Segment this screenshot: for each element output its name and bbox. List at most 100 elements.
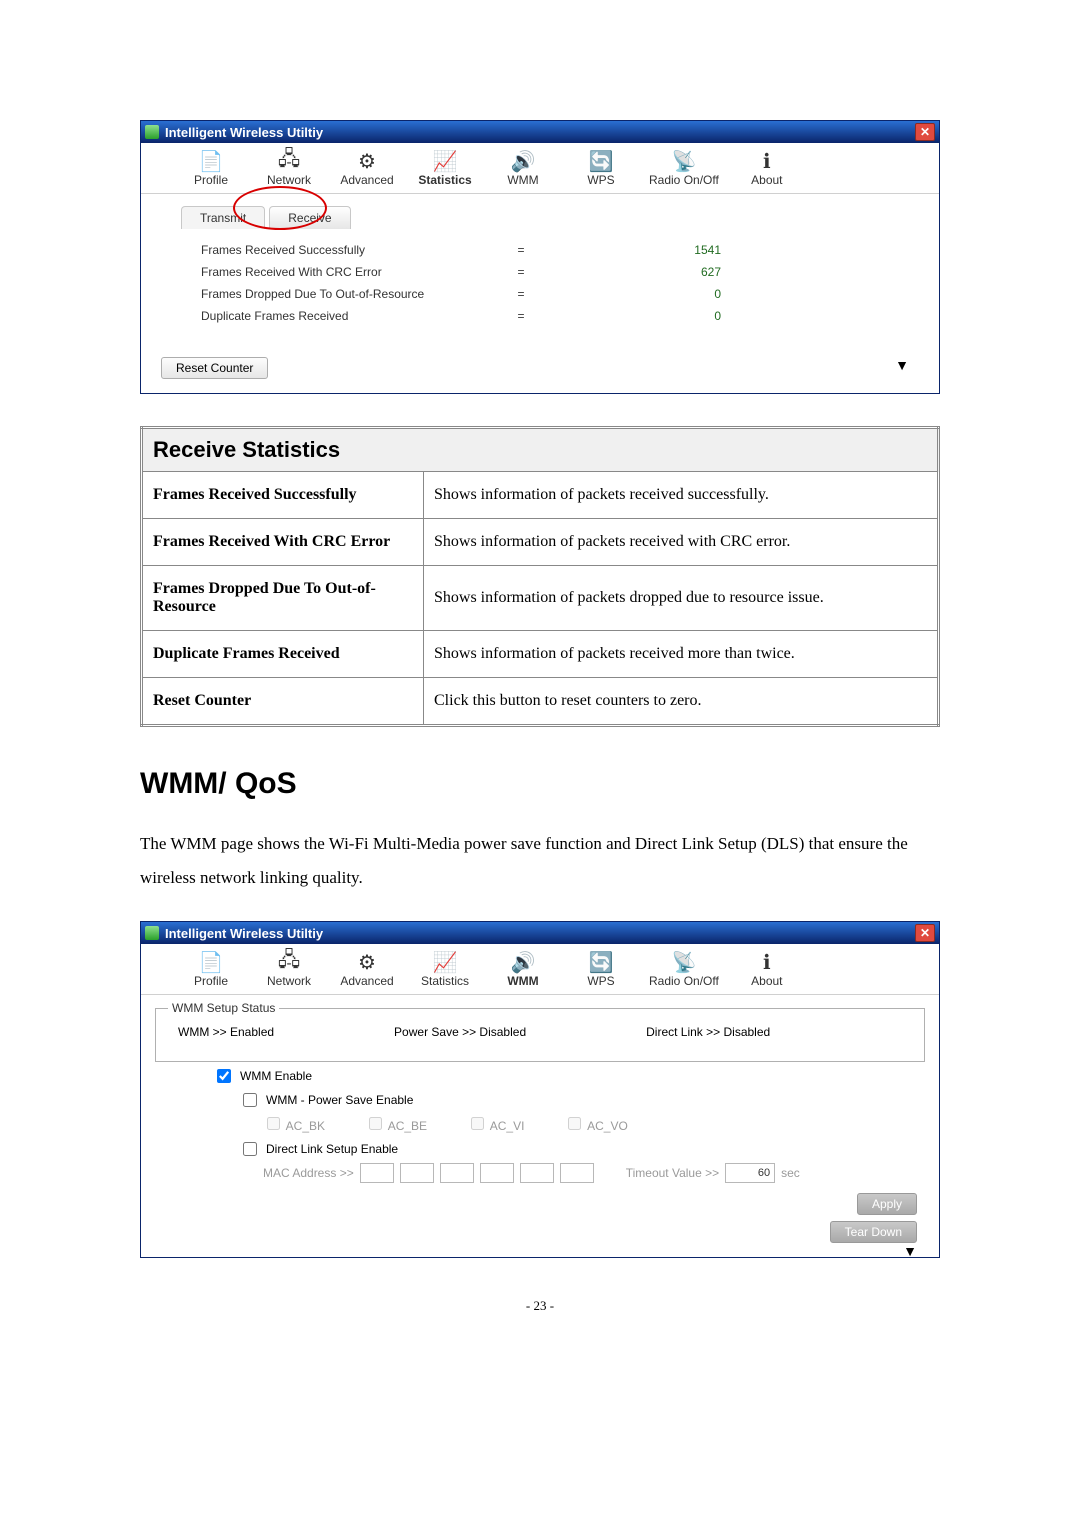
- subtab-transmit[interactable]: Transmit: [181, 206, 265, 229]
- wmm-enable-label: WMM Enable: [240, 1069, 312, 1083]
- tab-wmm[interactable]: 🔊WMM: [493, 149, 553, 187]
- ac-be: AC_BE: [365, 1114, 427, 1133]
- tab-radio[interactable]: 📡Radio On/Off: [649, 149, 719, 187]
- table-row: Duplicate Frames ReceivedShows informati…: [142, 631, 939, 678]
- gear-icon: ⚙: [355, 149, 379, 173]
- ac-row: AC_BK AC_BE AC_VI AC_VO: [263, 1114, 927, 1133]
- status-wmm: WMM >> Enabled: [178, 1025, 274, 1039]
- timeout-label: Timeout Value >>: [626, 1166, 719, 1180]
- chart-icon: 📈: [433, 950, 457, 974]
- powersave-enable-label: WMM - Power Save Enable: [266, 1093, 413, 1107]
- tab-about[interactable]: ℹAbout: [737, 950, 797, 988]
- mac-row: MAC Address >> Timeout Value >> 60 sec: [263, 1163, 927, 1183]
- receive-statistics-table: Receive Statistics Frames Received Succe…: [140, 426, 940, 727]
- qos-icon: 🔊: [511, 950, 535, 974]
- qos-icon: 🔊: [511, 149, 535, 173]
- stat-row: Frames Received Successfully=1541: [161, 239, 919, 261]
- table-row: Reset CounterClick this button to reset …: [142, 678, 939, 726]
- info-icon: ℹ: [755, 149, 779, 173]
- stat-row: Frames Dropped Due To Out-of-Resource=0: [161, 283, 919, 305]
- fieldset-legend: WMM Setup Status: [168, 1001, 279, 1015]
- ac-vi-checkbox: [471, 1117, 484, 1130]
- main-toolbar: 📄Profile 🖧Network ⚙Advanced 📈Statistics …: [141, 143, 939, 194]
- tab-wps[interactable]: 🔄WPS: [571, 149, 631, 187]
- page-number: - 23 -: [140, 1298, 940, 1314]
- antenna-icon: 📡: [672, 149, 696, 173]
- table-heading: Receive Statistics: [142, 428, 939, 472]
- status-directlink: Direct Link >> Disabled: [646, 1025, 770, 1039]
- gear-icon: ⚙: [355, 950, 379, 974]
- subtab-receive[interactable]: Receive: [269, 206, 350, 229]
- stats-subtabs: Transmit Receive: [181, 206, 919, 229]
- dls-enable-label: Direct Link Setup Enable: [266, 1142, 398, 1156]
- close-icon[interactable]: ✕: [915, 123, 935, 141]
- stats-window: Intelligent Wireless Utiltiy ✕ 📄Profile …: [140, 120, 940, 394]
- profile-icon: 📄: [199, 950, 223, 974]
- wmm-enable-checkbox[interactable]: [217, 1069, 231, 1083]
- tab-profile[interactable]: 📄Profile: [181, 950, 241, 988]
- mac-field-1: [360, 1163, 394, 1183]
- tab-statistics[interactable]: 📈Statistics: [415, 149, 475, 187]
- network-icon: 🖧: [277, 149, 301, 173]
- reset-counter-button[interactable]: Reset Counter: [161, 357, 268, 379]
- powersave-enable-row: WMM - Power Save Enable: [239, 1090, 927, 1110]
- powersave-enable-checkbox[interactable]: [243, 1093, 257, 1107]
- dls-enable-checkbox[interactable]: [243, 1142, 257, 1156]
- profile-icon: 📄: [199, 149, 223, 173]
- ac-vo-checkbox: [568, 1117, 581, 1130]
- mac-field-2: [400, 1163, 434, 1183]
- timeout-field: 60: [725, 1163, 775, 1183]
- titlebar: Intelligent Wireless Utiltiy ✕: [141, 121, 939, 143]
- chevron-down-icon[interactable]: ▼: [903, 1243, 917, 1259]
- tab-network[interactable]: 🖧Network: [259, 950, 319, 988]
- refresh-icon: 🔄: [589, 149, 613, 173]
- mac-field-4: [480, 1163, 514, 1183]
- main-toolbar: 📄Profile 🖧Network ⚙Advanced 📈Statistics …: [141, 944, 939, 995]
- wmm-enable-row: WMM Enable: [213, 1066, 927, 1086]
- apply-button[interactable]: Apply: [857, 1193, 917, 1215]
- timeout-unit: sec: [781, 1166, 800, 1180]
- app-icon: [145, 125, 159, 139]
- stat-row: Duplicate Frames Received=0: [161, 305, 919, 327]
- mac-label: MAC Address >>: [263, 1166, 354, 1180]
- mac-field-5: [520, 1163, 554, 1183]
- tab-wps[interactable]: 🔄WPS: [571, 950, 631, 988]
- table-row: Frames Dropped Due To Out-of-ResourceSho…: [142, 566, 939, 631]
- mac-field-6: [560, 1163, 594, 1183]
- network-icon: 🖧: [277, 950, 301, 974]
- wmm-status-row: WMM >> Enabled Power Save >> Disabled Di…: [168, 1021, 912, 1049]
- ac-be-checkbox: [369, 1117, 382, 1130]
- table-row: Frames Received SuccessfullyShows inform…: [142, 472, 939, 519]
- titlebar: Intelligent Wireless Utiltiy ✕: [141, 922, 939, 944]
- teardown-button[interactable]: Tear Down: [830, 1221, 917, 1243]
- ac-bk-checkbox: [267, 1117, 280, 1130]
- app-icon: [145, 926, 159, 940]
- tab-wmm[interactable]: 🔊WMM: [493, 950, 553, 988]
- tab-advanced[interactable]: ⚙Advanced: [337, 149, 397, 187]
- tab-statistics[interactable]: 📈Statistics: [415, 950, 475, 988]
- window-title: Intelligent Wireless Utiltiy: [165, 926, 323, 941]
- antenna-icon: 📡: [672, 950, 696, 974]
- tab-network[interactable]: 🖧Network: [259, 149, 319, 187]
- info-icon: ℹ: [755, 950, 779, 974]
- refresh-icon: 🔄: [589, 950, 613, 974]
- ac-vo: AC_VO: [564, 1114, 627, 1133]
- wmm-window: Intelligent Wireless Utiltiy ✕ 📄Profile …: [140, 921, 940, 1258]
- close-icon[interactable]: ✕: [915, 924, 935, 942]
- window-title: Intelligent Wireless Utiltiy: [165, 125, 323, 140]
- wmm-setup-fieldset: WMM Setup Status WMM >> Enabled Power Sa…: [155, 1001, 925, 1062]
- chevron-down-icon[interactable]: ▼: [895, 357, 909, 373]
- chart-icon: 📈: [433, 149, 457, 173]
- tab-radio[interactable]: 📡Radio On/Off: [649, 950, 719, 988]
- status-powersave: Power Save >> Disabled: [394, 1025, 526, 1039]
- tab-profile[interactable]: 📄Profile: [181, 149, 241, 187]
- ac-bk: AC_BK: [263, 1114, 325, 1133]
- tab-about[interactable]: ℹAbout: [737, 149, 797, 187]
- dls-enable-row: Direct Link Setup Enable: [239, 1139, 927, 1159]
- table-row: Frames Received With CRC ErrorShows info…: [142, 519, 939, 566]
- ac-vi: AC_VI: [467, 1114, 524, 1133]
- mac-field-3: [440, 1163, 474, 1183]
- section-body: The WMM page shows the Wi-Fi Multi-Media…: [140, 827, 940, 895]
- stat-row: Frames Received With CRC Error=627: [161, 261, 919, 283]
- tab-advanced[interactable]: ⚙Advanced: [337, 950, 397, 988]
